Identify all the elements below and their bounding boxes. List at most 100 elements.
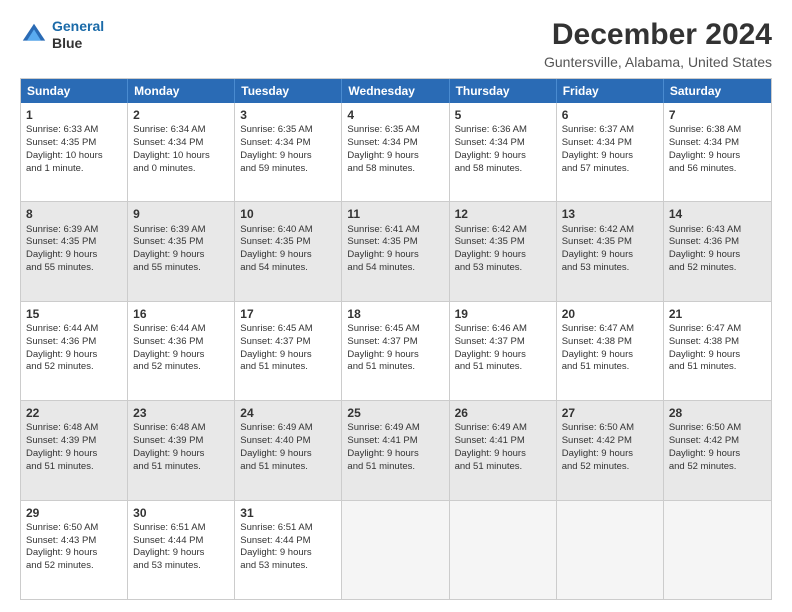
calendar-cell: 28Sunrise: 6:50 AMSunset: 4:42 PMDayligh… xyxy=(664,401,771,499)
calendar-week-row: 1Sunrise: 6:33 AMSunset: 4:35 PMDaylight… xyxy=(21,103,771,201)
day-info-line: Sunrise: 6:51 AM xyxy=(133,522,229,535)
day-info-line: Sunrise: 6:38 AM xyxy=(669,124,766,137)
day-info-line: Daylight: 9 hours xyxy=(562,448,658,461)
day-info-line: Daylight: 10 hours xyxy=(133,150,229,163)
day-info-line: and 54 minutes. xyxy=(347,262,443,275)
day-info-line: Sunrise: 6:39 AM xyxy=(133,224,229,237)
day-info-line: Daylight: 9 hours xyxy=(562,150,658,163)
calendar-cell: 19Sunrise: 6:46 AMSunset: 4:37 PMDayligh… xyxy=(450,302,557,400)
day-info-line: Daylight: 9 hours xyxy=(669,150,766,163)
day-info-line: Sunset: 4:37 PM xyxy=(347,336,443,349)
day-info-line: Sunrise: 6:51 AM xyxy=(240,522,336,535)
day-info-line: Sunset: 4:34 PM xyxy=(455,137,551,150)
calendar-cell: 23Sunrise: 6:48 AMSunset: 4:39 PMDayligh… xyxy=(128,401,235,499)
day-info-line: Sunset: 4:35 PM xyxy=(26,137,122,150)
day-info-line: and 54 minutes. xyxy=(240,262,336,275)
day-info-line: Sunrise: 6:44 AM xyxy=(133,323,229,336)
day-info-line: Sunset: 4:36 PM xyxy=(669,236,766,249)
day-info-line: Sunrise: 6:48 AM xyxy=(26,422,122,435)
day-info-line: Daylight: 9 hours xyxy=(562,349,658,362)
day-info-line: Sunset: 4:34 PM xyxy=(669,137,766,150)
day-info-line: Daylight: 9 hours xyxy=(240,547,336,560)
day-info-line: Daylight: 10 hours xyxy=(26,150,122,163)
day-number: 30 xyxy=(133,505,229,521)
day-info-line: Sunset: 4:35 PM xyxy=(26,236,122,249)
day-number: 10 xyxy=(240,206,336,222)
day-number: 26 xyxy=(455,405,551,421)
day-info-line: Daylight: 9 hours xyxy=(455,448,551,461)
day-info-line: Sunrise: 6:40 AM xyxy=(240,224,336,237)
page: General Blue December 2024 Guntersville,… xyxy=(0,0,792,612)
day-info-line: Daylight: 9 hours xyxy=(347,349,443,362)
calendar-cell xyxy=(342,501,449,599)
day-number: 12 xyxy=(455,206,551,222)
calendar-cell xyxy=(557,501,664,599)
day-info-line: Sunset: 4:34 PM xyxy=(240,137,336,150)
day-info-line: Daylight: 9 hours xyxy=(133,249,229,262)
day-info-line: Sunset: 4:43 PM xyxy=(26,535,122,548)
calendar-cell: 3Sunrise: 6:35 AMSunset: 4:34 PMDaylight… xyxy=(235,103,342,201)
day-number: 28 xyxy=(669,405,766,421)
logo-text: General Blue xyxy=(52,18,104,52)
day-info-line: Sunrise: 6:42 AM xyxy=(455,224,551,237)
day-number: 27 xyxy=(562,405,658,421)
day-info-line: Daylight: 9 hours xyxy=(133,448,229,461)
day-info-line: Daylight: 9 hours xyxy=(347,448,443,461)
day-info-line: and 57 minutes. xyxy=(562,163,658,176)
day-info-line: Sunset: 4:35 PM xyxy=(562,236,658,249)
day-info-line: Daylight: 9 hours xyxy=(562,249,658,262)
calendar-cell: 13Sunrise: 6:42 AMSunset: 4:35 PMDayligh… xyxy=(557,202,664,300)
day-number: 15 xyxy=(26,306,122,322)
day-number: 16 xyxy=(133,306,229,322)
calendar-cell: 5Sunrise: 6:36 AMSunset: 4:34 PMDaylight… xyxy=(450,103,557,201)
day-number: 29 xyxy=(26,505,122,521)
day-info-line: Sunset: 4:39 PM xyxy=(133,435,229,448)
day-info-line: Daylight: 9 hours xyxy=(669,349,766,362)
day-info-line: Sunset: 4:35 PM xyxy=(347,236,443,249)
day-info-line: and 55 minutes. xyxy=(26,262,122,275)
calendar-header: SundayMondayTuesdayWednesdayThursdayFrid… xyxy=(21,79,771,103)
day-number: 31 xyxy=(240,505,336,521)
day-info-line: Sunset: 4:44 PM xyxy=(240,535,336,548)
day-number: 2 xyxy=(133,107,229,123)
day-info-line: Sunrise: 6:45 AM xyxy=(347,323,443,336)
day-info-line: Sunset: 4:42 PM xyxy=(669,435,766,448)
day-info-line: Sunset: 4:38 PM xyxy=(562,336,658,349)
day-number: 25 xyxy=(347,405,443,421)
day-info-line: and 52 minutes. xyxy=(133,361,229,374)
day-info-line: Daylight: 9 hours xyxy=(26,547,122,560)
day-info-line: and 53 minutes. xyxy=(133,560,229,573)
day-info-line: Sunset: 4:35 PM xyxy=(240,236,336,249)
day-info-line: and 58 minutes. xyxy=(347,163,443,176)
day-number: 18 xyxy=(347,306,443,322)
day-info-line: and 51 minutes. xyxy=(669,361,766,374)
day-info-line: and 56 minutes. xyxy=(669,163,766,176)
weekday-header: Saturday xyxy=(664,79,771,103)
day-number: 4 xyxy=(347,107,443,123)
day-info-line: Sunset: 4:37 PM xyxy=(240,336,336,349)
subtitle: Guntersville, Alabama, United States xyxy=(544,54,772,70)
day-info-line: Sunrise: 6:50 AM xyxy=(669,422,766,435)
day-info-line: Sunrise: 6:47 AM xyxy=(669,323,766,336)
calendar-cell: 21Sunrise: 6:47 AMSunset: 4:38 PMDayligh… xyxy=(664,302,771,400)
day-info-line: Sunrise: 6:48 AM xyxy=(133,422,229,435)
day-info-line: Sunrise: 6:39 AM xyxy=(26,224,122,237)
calendar-cell: 16Sunrise: 6:44 AMSunset: 4:36 PMDayligh… xyxy=(128,302,235,400)
day-info-line: Daylight: 9 hours xyxy=(455,349,551,362)
day-info-line: Sunrise: 6:49 AM xyxy=(240,422,336,435)
day-number: 13 xyxy=(562,206,658,222)
day-info-line: Sunset: 4:44 PM xyxy=(133,535,229,548)
day-number: 8 xyxy=(26,206,122,222)
calendar-cell: 10Sunrise: 6:40 AMSunset: 4:35 PMDayligh… xyxy=(235,202,342,300)
day-info-line: Sunrise: 6:37 AM xyxy=(562,124,658,137)
day-info-line: Sunrise: 6:49 AM xyxy=(347,422,443,435)
day-info-line: Sunrise: 6:45 AM xyxy=(240,323,336,336)
day-info-line: Daylight: 9 hours xyxy=(133,547,229,560)
calendar-cell: 8Sunrise: 6:39 AMSunset: 4:35 PMDaylight… xyxy=(21,202,128,300)
day-info-line: Sunrise: 6:50 AM xyxy=(26,522,122,535)
day-info-line: and 58 minutes. xyxy=(455,163,551,176)
day-number: 5 xyxy=(455,107,551,123)
day-info-line: and 51 minutes. xyxy=(240,361,336,374)
day-info-line: and 52 minutes. xyxy=(669,262,766,275)
day-info-line: Sunrise: 6:34 AM xyxy=(133,124,229,137)
